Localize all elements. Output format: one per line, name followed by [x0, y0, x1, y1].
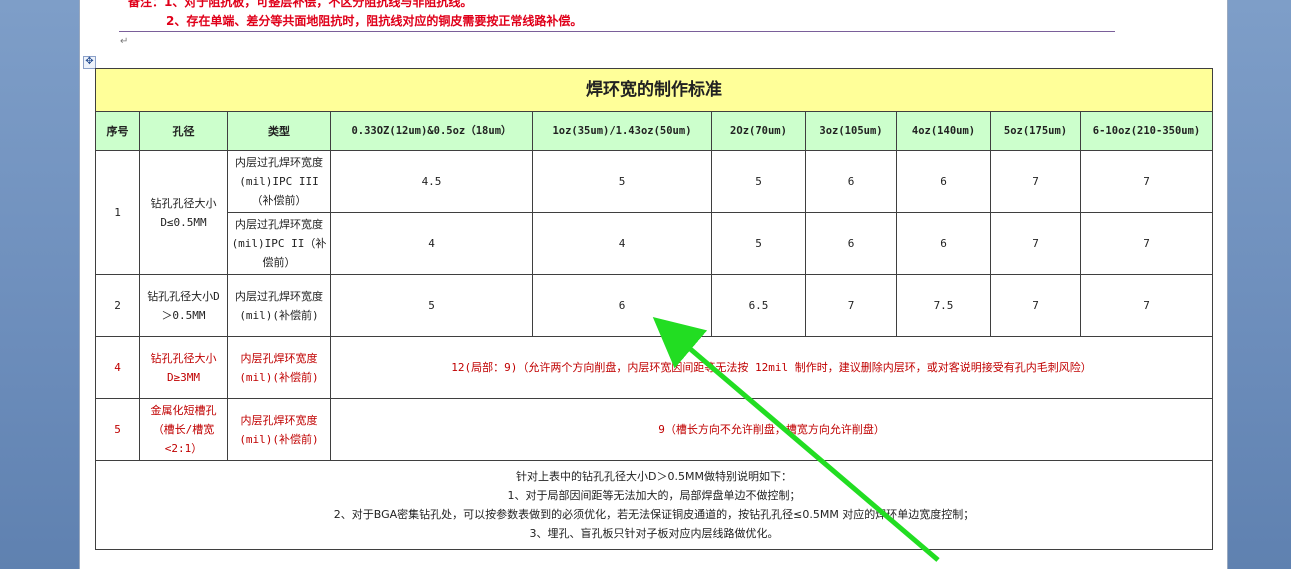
header-row: 序号 孔径 类型 0.33OZ(12um)&0.5oz（18um） 1oz(35… — [95, 111, 1214, 151]
header-cell: 3oz(105um) — [805, 111, 897, 151]
header-cell: 6-10oz(210-350um) — [1079, 111, 1214, 151]
type-cell: 内层过孔焊环宽度(mil)(补偿前) — [227, 274, 331, 337]
hole-cell: 钻孔孔径大小D＞0.5MM — [139, 274, 228, 337]
merged-value-cell: 9（槽长方向不允许削盘，槽宽方向允许削盘） — [329, 398, 1214, 461]
header-cell: 2Oz(70um) — [711, 111, 806, 151]
table-row: 2 钻孔孔径大小D＞0.5MM 内层过孔焊环宽度(mil)(补偿前) 5 6 6… — [95, 274, 1214, 337]
seq-cell: 1 — [95, 150, 140, 275]
note-line-2: 2、存在单端、差分等共面地阻抗时，阻抗线对应的铜皮需要按正常线路补偿。 — [166, 14, 583, 28]
note-text: 3、埋孔、盲孔板只针对子板对应内层线路做优化。 — [529, 527, 779, 540]
header-cell: 1oz(35um)/1.43oz(50um) — [532, 111, 712, 151]
value-cell: 7 — [990, 274, 1081, 337]
value-cell: 7.5 — [896, 274, 991, 337]
note-text: 2、对于BGA密集钻孔处，可以按参数表做到的必须优化，若无法保证铜皮通道的，按钻… — [333, 508, 975, 521]
header-cell: 类型 — [227, 111, 331, 151]
value-cell: 5 — [711, 212, 806, 275]
value-cell: 7 — [1079, 150, 1214, 213]
horizontal-rule — [119, 31, 1115, 32]
value-cell: 6 — [805, 212, 897, 275]
value-cell: 5 — [330, 274, 533, 337]
seq-cell: 2 — [95, 274, 140, 337]
value-cell: 7 — [1079, 274, 1214, 337]
document-page: 备注：1、对于阻抗板，可整层补偿，不区分阻抗线与非阻抗线。 2、存在单端、差分等… — [79, 0, 1228, 569]
hole-cell: 钻孔孔径大小 D≤0.5MM — [139, 150, 228, 275]
value-cell: 7 — [1079, 212, 1214, 275]
value-cell: 4 — [330, 212, 533, 275]
hole-cell: 钻孔孔径大小 D≥3MM — [139, 336, 228, 399]
header-cell: 4oz(140um) — [896, 111, 991, 151]
value-cell: 6.5 — [711, 274, 806, 337]
header-cell: 5oz(175um) — [990, 111, 1081, 151]
value-cell: 6 — [896, 150, 991, 213]
header-cell: 0.33OZ(12um)&0.5oz（18um） — [330, 111, 533, 151]
type-cell: 内层过孔焊环宽度(mil)IPC III（补偿前） — [227, 150, 331, 213]
table-title: 焊环宽的制作标准 — [94, 68, 1214, 112]
value-cell: 4.5 — [330, 150, 533, 213]
value-cell: 5 — [532, 150, 712, 213]
paragraph-mark-icon: ↵ — [120, 36, 129, 47]
standard-table: 焊环宽的制作标准 序号 孔径 类型 0.33OZ(12um)&0.5oz（18u… — [94, 68, 1214, 550]
merged-value-cell: 12(局部：9)（允许两个方向削盘，内层环宽因间距等无法按 12mil 制作时，… — [329, 336, 1214, 399]
value-cell: 7 — [990, 150, 1081, 213]
type-cell: 内层过孔焊环宽度(mil)IPC II（补偿前） — [227, 212, 331, 275]
table-row: 内层过孔焊环宽度(mil)IPC II（补偿前） 4 4 5 6 6 7 7 — [96, 212, 1214, 275]
table-row: 4 钻孔孔径大小 D≥3MM 内层孔焊环宽度(mil)(补偿前) 12(局部：9… — [95, 336, 1214, 399]
hole-cell: 金属化短槽孔（槽长/槽宽<2:1） — [139, 398, 228, 461]
value-cell: 4 — [532, 212, 712, 275]
header-cell: 序号 — [95, 111, 140, 151]
note-text: 1、对于局部因间距等无法加大的，局部焊盘单边不做控制； — [507, 489, 801, 502]
value-cell: 6 — [896, 212, 991, 275]
notes-cell: 针对上表中的钻孔孔径大小D＞0.5MM做特别说明如下： 1、对于局部因间距等无法… — [94, 460, 1214, 550]
value-cell: 6 — [532, 274, 712, 337]
type-cell: 内层孔焊环宽度(mil)(补偿前) — [227, 336, 331, 399]
seq-cell: 4 — [95, 336, 140, 399]
notes-row: 针对上表中的钻孔孔径大小D＞0.5MM做特别说明如下： 1、对于局部因间距等无法… — [94, 460, 1214, 550]
value-cell: 6 — [805, 150, 897, 213]
type-cell: 内层孔焊环宽度(mil)(补偿前) — [227, 398, 331, 461]
table-row: 1 钻孔孔径大小 D≤0.5MM 内层过孔焊环宽度(mil)IPC III（补偿… — [95, 150, 1214, 275]
value-cell: 7 — [990, 212, 1081, 275]
value-cell: 7 — [805, 274, 897, 337]
value-cell: 5 — [711, 150, 806, 213]
header-cell: 孔径 — [139, 111, 228, 151]
seq-cell: 5 — [95, 398, 140, 461]
note-line-1: 备注：1、对于阻抗板，可整层补偿，不区分阻抗线与非阻抗线。 — [128, 0, 473, 9]
table-row: 5 金属化短槽孔（槽长/槽宽<2:1） 内层孔焊环宽度(mil)(补偿前) 9（… — [95, 398, 1214, 461]
note-text: 针对上表中的钻孔孔径大小D＞0.5MM做特别说明如下： — [516, 470, 792, 483]
